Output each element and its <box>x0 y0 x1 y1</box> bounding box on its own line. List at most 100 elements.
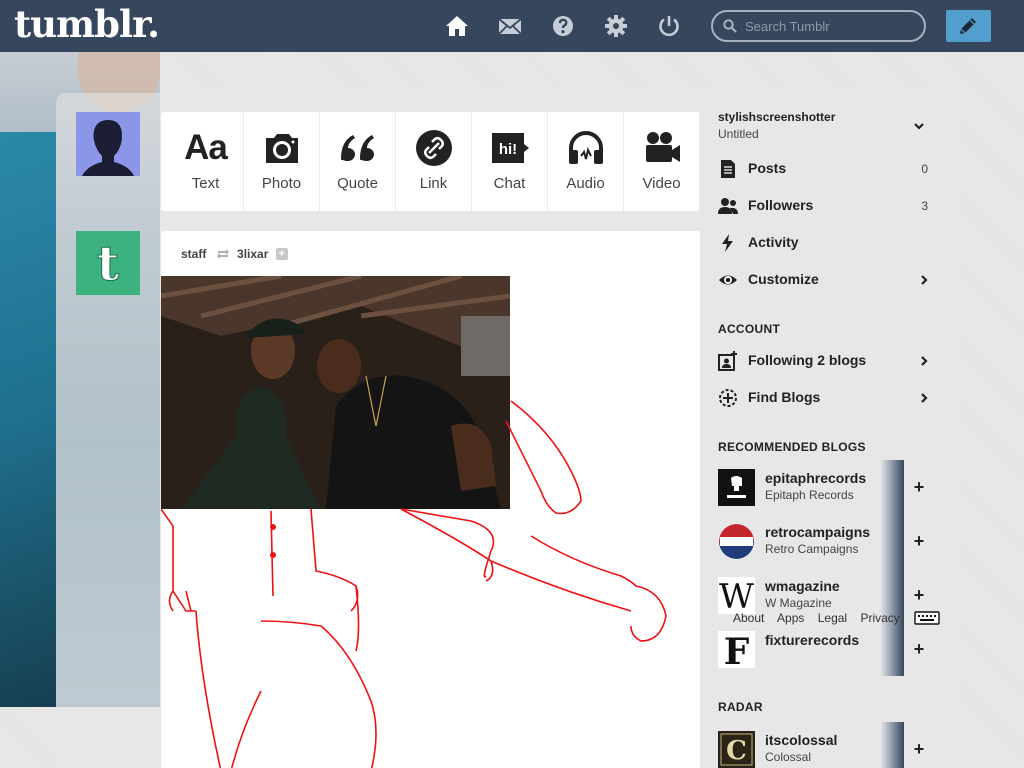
post-type-chat[interactable]: hi! Chat <box>472 112 548 211</box>
post-header: staff 3lixar + <box>181 246 288 262</box>
svg-text:C: C <box>726 736 747 766</box>
compose-button[interactable] <box>946 10 991 42</box>
find-blogs-icon <box>718 388 738 408</box>
sidebar-item-customize[interactable]: Customize <box>718 261 938 298</box>
reblog-icon <box>216 248 230 260</box>
radar-blog-title: Colossal <box>765 750 812 764</box>
retrocampaigns-logo <box>718 523 755 560</box>
search-input[interactable] <box>745 17 915 35</box>
fixturerecords-logo: F <box>718 631 755 668</box>
camera-icon <box>244 128 319 168</box>
chat-icon: hi! <box>472 128 547 168</box>
link-icon <box>396 128 471 168</box>
reblogged-from-link[interactable]: 3lixar <box>237 247 268 261</box>
recommended-blog-title: Epitaph Records <box>765 488 854 502</box>
follow-blog-button[interactable]: + <box>904 722 934 768</box>
sidebar-item-activity[interactable]: Activity <box>718 224 938 261</box>
post-type-video[interactable]: Video <box>624 112 700 211</box>
followers-count: 3 <box>921 199 928 213</box>
svg-text:F: F <box>724 631 750 668</box>
follow-blog-button[interactable]: + <box>904 622 934 676</box>
post-type-label: Photo <box>261 175 302 192</box>
footer-link-apps[interactable]: Apps <box>777 611 804 625</box>
recommended-blog-name: epitaphrecords <box>765 470 867 486</box>
post-type-quote[interactable]: Quote <box>320 112 396 211</box>
activity-icon <box>718 233 738 253</box>
chevron-right-icon <box>921 275 928 285</box>
dashboard-post: staff 3lixar + <box>161 231 700 768</box>
sidebar-item-label: Following 2 blogs <box>748 352 867 368</box>
home-icon[interactable] <box>445 14 469 38</box>
recommended-blog-title: W Magazine <box>765 596 832 610</box>
staff-avatar[interactable]: tt <box>76 231 140 295</box>
sidebar-item-followers[interactable]: Followers 3 <box>718 187 938 224</box>
recommended-blogs-heading: RECOMMENDED BLOGS <box>718 440 866 454</box>
keyboard-icon[interactable] <box>914 611 940 625</box>
recommended-blog-title: Retro Campaigns <box>765 542 859 556</box>
pencil-icon <box>960 18 976 34</box>
search-icon <box>723 19 737 33</box>
post-type-label: Text <box>191 175 220 192</box>
chevron-right-icon <box>921 393 928 403</box>
post-type-audio[interactable]: Audio <box>548 112 624 211</box>
posts-count: 0 <box>921 162 928 176</box>
recommended-blog-name: fixturerecords <box>765 632 860 648</box>
following-icon <box>718 351 738 371</box>
sidebar-item-posts[interactable]: Posts 0 <box>718 150 938 187</box>
sidebar-item-label: Activity <box>748 234 799 250</box>
user-avatar[interactable] <box>76 112 140 176</box>
wmagazine-logo: W <box>718 577 755 614</box>
radar-heading: RADAR <box>718 700 763 714</box>
recommended-blog[interactable]: F fixturerecords + <box>718 622 938 685</box>
sidebar-item-label: Find Blogs <box>748 389 821 405</box>
radar-blog[interactable]: C itscolossal Colossal + <box>718 722 938 768</box>
sidebar-item-find-blogs[interactable]: Find Blogs <box>718 379 938 416</box>
sidebar-item-following[interactable]: Following 2 blogs <box>718 342 938 379</box>
post-type-bar: Aa Text Photo Quote Link hi! Chat Audio <box>161 112 700 211</box>
power-icon[interactable] <box>657 14 681 38</box>
settings-icon[interactable] <box>604 14 628 38</box>
post-type-photo[interactable]: Photo <box>244 112 320 211</box>
eye-icon <box>718 270 738 290</box>
blog-name[interactable]: stylishscreenshotter <box>718 110 835 124</box>
post-type-label: Quote <box>337 175 378 192</box>
video-camera-icon <box>624 128 699 168</box>
followers-icon <box>718 196 738 216</box>
svg-text:W: W <box>719 577 754 614</box>
posts-icon <box>718 159 738 179</box>
sidebar-item-label: Followers <box>748 197 814 213</box>
post-type-label: Chat <box>493 175 526 192</box>
post-type-label: Audio <box>566 175 605 192</box>
top-navbar: tumblr. <box>0 0 1024 52</box>
post-type-link[interactable]: Link <box>396 112 472 211</box>
footer-link-legal[interactable]: Legal <box>818 611 847 625</box>
account-heading: ACCOUNT <box>718 322 781 336</box>
post-type-text[interactable]: Aa Text <box>168 112 244 211</box>
recommended-blog-name: retrocampaigns <box>765 524 871 540</box>
post-author-link[interactable]: staff <box>181 247 206 261</box>
chevron-right-icon <box>921 356 928 366</box>
epitaph-logo <box>718 469 755 506</box>
tumblr-logo[interactable]: tumblr. <box>14 2 160 46</box>
follow-blog-button[interactable]: + <box>904 460 934 514</box>
footer-links: About Apps Legal Privacy <box>733 611 905 625</box>
follow-blog-button[interactable]: + <box>904 514 934 568</box>
recommended-blog-name: wmagazine <box>765 578 840 594</box>
radar-blog-name: itscolossal <box>765 732 838 748</box>
svg-text:t: t <box>97 236 119 292</box>
search-box <box>711 10 926 42</box>
chat-glyph-text: hi! <box>498 141 516 158</box>
sidebar-item-label: Posts <box>748 160 787 176</box>
post-type-label: Video <box>642 175 681 192</box>
blog-title: Untitled <box>718 127 759 141</box>
text-icon: Aa <box>184 128 228 167</box>
chevron-down-icon[interactable] <box>913 120 925 132</box>
footer-link-privacy[interactable]: Privacy <box>860 611 899 625</box>
footer-link-about[interactable]: About <box>733 611 764 625</box>
mail-icon[interactable] <box>498 14 522 38</box>
post-photo[interactable] <box>161 276 510 509</box>
follow-button[interactable]: + <box>275 247 288 260</box>
colossal-logo: C <box>718 731 755 768</box>
help-icon[interactable] <box>551 14 575 38</box>
headphones-icon <box>548 128 623 168</box>
